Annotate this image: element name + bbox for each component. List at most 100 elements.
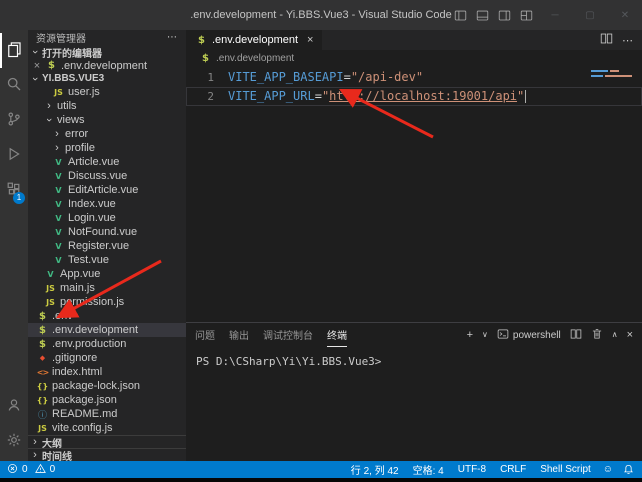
more-actions-icon[interactable]: ⋯ [167, 32, 178, 43]
close-panel-icon[interactable]: × [627, 330, 633, 341]
json-file-icon: {} [36, 396, 49, 405]
file-label: main.js [60, 282, 95, 294]
close-window-button[interactable]: ✕ [612, 10, 638, 21]
file-label: .env [52, 310, 73, 322]
file-item-vite.config.js[interactable]: JSvite.config.js [28, 421, 186, 435]
file-item-.env.development[interactable]: $.env.development [28, 323, 186, 337]
folder-item-profile[interactable]: ›profile [28, 141, 186, 155]
env-file-icon: $ [195, 35, 208, 46]
maximize-button[interactable]: ▢ [577, 10, 603, 21]
split-terminal-icon[interactable] [570, 328, 582, 343]
breadcrumb[interactable]: $ .env.development [186, 50, 642, 66]
vue-file-icon: V [44, 270, 57, 279]
activity-run-debug[interactable] [0, 138, 28, 173]
minimize-button[interactable]: ─ [542, 10, 568, 21]
panel-tab-输出[interactable]: 输出 [229, 323, 249, 347]
kill-terminal-icon[interactable] [591, 328, 603, 343]
customize-layout-icon[interactable] [520, 9, 533, 22]
close-tab-icon[interactable]: × [307, 34, 313, 46]
code-line-1[interactable]: 1VITE_APP_BASEAPI="/api-dev" [186, 68, 642, 87]
file-item-.gitignore[interactable]: ◆.gitignore [28, 351, 186, 365]
open-editor-item[interactable]: × $ .env.development [28, 59, 186, 72]
open-editor-label: .env.development [61, 60, 147, 72]
editor-pane[interactable]: 1VITE_APP_BASEAPI="/api-dev"2VITE_APP_UR… [186, 66, 642, 322]
open-editors-header[interactable]: › 打开的编辑器 [28, 45, 186, 59]
toggle-secondary-sidebar-icon[interactable] [498, 9, 511, 22]
file-item-.env.production[interactable]: $.env.production [28, 337, 186, 351]
project-header[interactable]: › YI.BBS.VUE3 [28, 72, 186, 85]
file-item-NotFound.vue[interactable]: VNotFound.vue [28, 225, 186, 239]
close-icon[interactable]: × [32, 60, 42, 72]
token: VITE_APP_URL [228, 89, 315, 103]
line-number: 1 [186, 68, 214, 87]
outline-header[interactable]: › 大纲 [28, 435, 186, 448]
file-item-Article.vue[interactable]: VArticle.vue [28, 155, 186, 169]
file-item-main.js[interactable]: JSmain.js [28, 281, 186, 295]
js-file-icon: JS [52, 88, 65, 97]
activity-explorer[interactable] [0, 33, 28, 68]
warning-count: 0 [50, 464, 56, 475]
file-item-App.vue[interactable]: VApp.vue [28, 267, 186, 281]
breadcrumb-file: .env.development [216, 53, 294, 64]
file-label: .gitignore [52, 352, 97, 364]
status-item-1[interactable]: 空格: 4 [406, 462, 451, 477]
panel-actions: + ∨ powershell ∧ × [467, 328, 633, 343]
panel-tab-调试控制台[interactable]: 调试控制台 [263, 323, 313, 347]
status-right: 行 2, 列 42空格: 4UTF-8CRLFShell Script ☺ [344, 462, 642, 477]
toggle-sidebar-icon[interactable] [454, 9, 467, 22]
minimap-segment [605, 75, 632, 77]
status-item-0[interactable]: 行 2, 列 42 [344, 462, 406, 477]
activity-extensions[interactable]: 1 [0, 173, 28, 208]
terminal-content[interactable]: PS D:\CSharp\Yi\Yi.BBS.Vue3> [186, 347, 642, 461]
problems-status[interactable]: 0 0 [0, 463, 58, 477]
chevron-right-icon: › [30, 449, 40, 461]
activity-account[interactable] [0, 389, 28, 424]
status-item-3[interactable]: CRLF [493, 464, 533, 475]
more-actions-icon[interactable]: ⋯ [622, 34, 633, 47]
status-item-4[interactable]: Shell Script [533, 464, 598, 475]
timeline-header[interactable]: › 时间线 [28, 448, 186, 461]
file-item-user.js[interactable]: JSuser.js [28, 85, 186, 99]
tab-label: .env.development [212, 34, 298, 46]
text-cursor [525, 90, 526, 103]
file-item-package.json[interactable]: {}package.json [28, 393, 186, 407]
file-item-permission.js[interactable]: JSpermission.js [28, 295, 186, 309]
panel-tab-终端[interactable]: 终端 [327, 323, 347, 347]
split-editor-icon[interactable] [600, 32, 613, 48]
file-item-Discuss.vue[interactable]: VDiscuss.vue [28, 169, 186, 183]
file-item-.env[interactable]: $.env [28, 309, 186, 323]
file-label: views [57, 114, 85, 126]
code-line-2[interactable]: 2VITE_APP_URL="http://localhost:19001/ap… [186, 87, 642, 106]
extensions-badge: 1 [13, 192, 25, 204]
panel-tab-问题[interactable]: 问题 [195, 323, 215, 347]
folder-item-utils[interactable]: ›utils [28, 99, 186, 113]
chevron-down-icon[interactable]: ∨ [482, 331, 488, 339]
minimap[interactable] [591, 70, 639, 80]
file-item-index.html[interactable]: <>index.html [28, 365, 186, 379]
file-item-Register.vue[interactable]: VRegister.vue [28, 239, 186, 253]
folder-item-views[interactable]: ›views [28, 113, 186, 127]
file-item-Index.vue[interactable]: VIndex.vue [28, 197, 186, 211]
toggle-panel-icon[interactable] [476, 9, 489, 22]
feedback-smiley-icon[interactable]: ☺ [598, 464, 618, 475]
minimap-line [591, 70, 639, 72]
account-icon [6, 397, 22, 416]
notifications-bell-icon[interactable] [618, 464, 642, 475]
file-item-package-lock.json[interactable]: {}package-lock.json [28, 379, 186, 393]
activity-source-control[interactable] [0, 103, 28, 138]
file-item-README.md[interactable]: ⓘREADME.md [28, 407, 186, 421]
new-terminal-icon[interactable]: + [467, 330, 473, 341]
folder-item-error[interactable]: ›error [28, 127, 186, 141]
activity-search[interactable] [0, 68, 28, 103]
terminal-instance[interactable]: powershell [497, 328, 561, 343]
file-label: error [65, 128, 88, 140]
window-edge [0, 478, 642, 482]
maximize-panel-icon[interactable]: ∧ [612, 331, 618, 339]
file-item-Test.vue[interactable]: VTest.vue [28, 253, 186, 267]
source-control-icon [6, 111, 22, 130]
status-item-2[interactable]: UTF-8 [451, 464, 493, 475]
file-item-Login.vue[interactable]: VLogin.vue [28, 211, 186, 225]
file-item-EditArticle.vue[interactable]: VEditArticle.vue [28, 183, 186, 197]
activity-settings[interactable] [0, 424, 28, 459]
tab-env-development[interactable]: $ .env.development × [186, 30, 322, 50]
